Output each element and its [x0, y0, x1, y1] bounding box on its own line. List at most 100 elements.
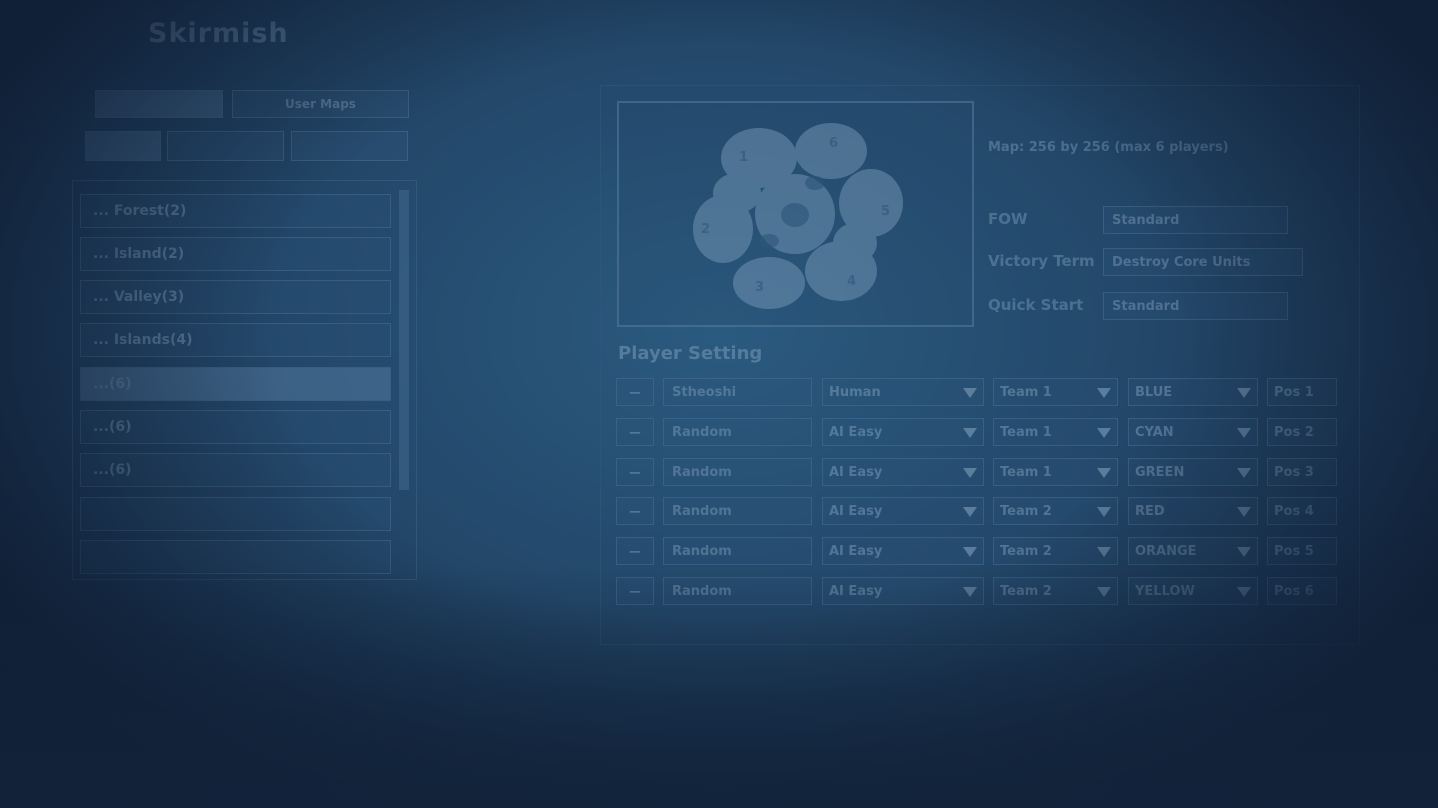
player-color-dropdown[interactable]: GREEN [1128, 458, 1258, 486]
player-team-dropdown[interactable]: Team 1 [993, 418, 1118, 446]
player-team-dropdown[interactable]: Team 2 [993, 537, 1118, 565]
chevron-down-icon [1097, 547, 1111, 557]
map-list-item[interactable] [80, 497, 391, 531]
filter-tab-2[interactable] [167, 131, 284, 161]
player-color-dropdown-value: BLUE [1135, 384, 1173, 400]
player-name-field-value: Random [672, 543, 732, 559]
remove-player-button[interactable]: − [616, 418, 654, 446]
map-list-item[interactable]: ... Islands(4) [80, 323, 391, 357]
player-position-dropdown-value: Pos 4 [1274, 503, 1314, 519]
quick-start-select[interactable]: Standard [1103, 292, 1288, 320]
quick-start-label: Quick Start [988, 296, 1084, 314]
player-name-field[interactable]: Random [663, 418, 812, 446]
player-color-dropdown-value: ORANGE [1135, 543, 1197, 559]
player-type-dropdown[interactable]: Human [822, 378, 984, 406]
player-type-dropdown[interactable]: AI Easy [822, 577, 984, 605]
player-position-dropdown-value: Pos 5 [1274, 543, 1314, 559]
chevron-down-icon [1097, 388, 1111, 398]
map-list-item[interactable]: ... Island(2) [80, 237, 391, 271]
map-list-item[interactable]: ...(6) [80, 410, 391, 444]
player-team-dropdown[interactable]: Team 2 [993, 497, 1118, 525]
player-position-dropdown-value: Pos 6 [1274, 583, 1314, 599]
player-color-dropdown[interactable]: ORANGE [1128, 537, 1258, 565]
player-color-dropdown[interactable]: BLUE [1128, 378, 1258, 406]
tab-user-maps[interactable]: User Maps [232, 90, 409, 118]
chevron-down-icon [963, 547, 977, 557]
player-position-dropdown[interactable]: Pos 2 [1267, 418, 1337, 446]
player-position-dropdown[interactable]: Pos 4 [1267, 497, 1337, 525]
player-position-dropdown-value: Pos 3 [1274, 464, 1314, 480]
player-position-dropdown[interactable]: Pos 3 [1267, 458, 1337, 486]
remove-player-button-value: − [628, 422, 642, 442]
map-preview-image: 1 2 3 4 5 6 [693, 123, 903, 309]
chevron-down-icon [1237, 468, 1251, 478]
map-preview: 1 2 3 4 5 6 [617, 101, 974, 327]
spawn-marker: 4 [847, 274, 856, 289]
player-type-dropdown-value: AI Easy [829, 503, 883, 519]
player-position-dropdown[interactable]: Pos 5 [1267, 537, 1337, 565]
player-type-dropdown[interactable]: AI Easy [822, 418, 984, 446]
chevron-down-icon [1237, 587, 1251, 597]
map-list-item-selected[interactable]: ...(6) [80, 367, 391, 401]
player-name-field[interactable]: Random [663, 577, 812, 605]
remove-player-button-value: − [628, 462, 642, 482]
fow-select[interactable]: Standard [1103, 206, 1288, 234]
map-list-item[interactable]: ... Valley(3) [80, 280, 391, 314]
remove-player-button[interactable]: − [616, 537, 654, 565]
player-team-dropdown-value: Team 1 [1000, 424, 1052, 440]
player-color-dropdown-value: RED [1135, 503, 1165, 519]
player-type-dropdown[interactable]: AI Easy [822, 497, 984, 525]
spawn-marker: 1 [739, 150, 748, 165]
player-color-dropdown-value: CYAN [1135, 424, 1174, 440]
map-list-scrollbar[interactable] [399, 190, 409, 490]
player-type-dropdown-value: AI Easy [829, 583, 883, 599]
player-position-dropdown[interactable]: Pos 1 [1267, 378, 1337, 406]
player-type-dropdown[interactable]: AI Easy [822, 458, 984, 486]
player-name-field[interactable]: Stheoshi [663, 378, 812, 406]
player-type-dropdown-value: Human [829, 384, 881, 400]
player-team-dropdown[interactable]: Team 1 [993, 458, 1118, 486]
player-type-dropdown[interactable]: AI Easy [822, 537, 984, 565]
player-position-dropdown-value: Pos 2 [1274, 424, 1314, 440]
player-setting-title: Player Setting [618, 343, 763, 364]
chevron-down-icon [1237, 428, 1251, 438]
player-name-field[interactable]: Random [663, 497, 812, 525]
victory-term-select[interactable]: Destroy Core Units [1103, 248, 1303, 276]
chevron-down-icon [1097, 507, 1111, 517]
chevron-down-icon [1237, 547, 1251, 557]
player-color-dropdown-value: GREEN [1135, 464, 1185, 480]
filter-tab-1[interactable] [85, 131, 161, 161]
player-position-dropdown-value: Pos 1 [1274, 384, 1314, 400]
player-name-field[interactable]: Random [663, 537, 812, 565]
player-team-dropdown[interactable]: Team 2 [993, 577, 1118, 605]
player-type-dropdown-value: AI Easy [829, 464, 883, 480]
chevron-down-icon [963, 468, 977, 478]
remove-player-button[interactable]: − [616, 458, 654, 486]
player-color-dropdown[interactable]: RED [1128, 497, 1258, 525]
chevron-down-icon [1097, 468, 1111, 478]
chevron-down-icon [963, 587, 977, 597]
player-color-dropdown[interactable]: YELLOW [1128, 577, 1258, 605]
victory-term-label: Victory Term [988, 252, 1095, 270]
chevron-down-icon [1237, 388, 1251, 398]
player-type-dropdown-value: AI Easy [829, 424, 883, 440]
map-list-item[interactable]: ... Forest(2) [80, 194, 391, 228]
filter-tab-3[interactable] [291, 131, 408, 161]
remove-player-button[interactable]: − [616, 378, 654, 406]
player-name-field[interactable]: Random [663, 458, 812, 486]
map-list-item[interactable] [80, 540, 391, 574]
tab-builtin-maps[interactable] [95, 90, 223, 118]
remove-player-button[interactable]: − [616, 577, 654, 605]
player-position-dropdown[interactable]: Pos 6 [1267, 577, 1337, 605]
player-color-dropdown[interactable]: CYAN [1128, 418, 1258, 446]
player-team-dropdown[interactable]: Team 1 [993, 378, 1118, 406]
chevron-down-icon [963, 388, 977, 398]
spawn-marker: 2 [701, 222, 710, 237]
player-team-dropdown-value: Team 1 [1000, 384, 1052, 400]
map-size: Map: 256 by 256 (max 6 players) [988, 140, 1229, 155]
remove-player-button[interactable]: − [616, 497, 654, 525]
player-team-dropdown-value: Team 2 [1000, 583, 1052, 599]
map-list-item[interactable]: ...(6) [80, 453, 391, 487]
page-title: Skirmish [148, 18, 289, 49]
fow-label: FOW [988, 210, 1028, 228]
